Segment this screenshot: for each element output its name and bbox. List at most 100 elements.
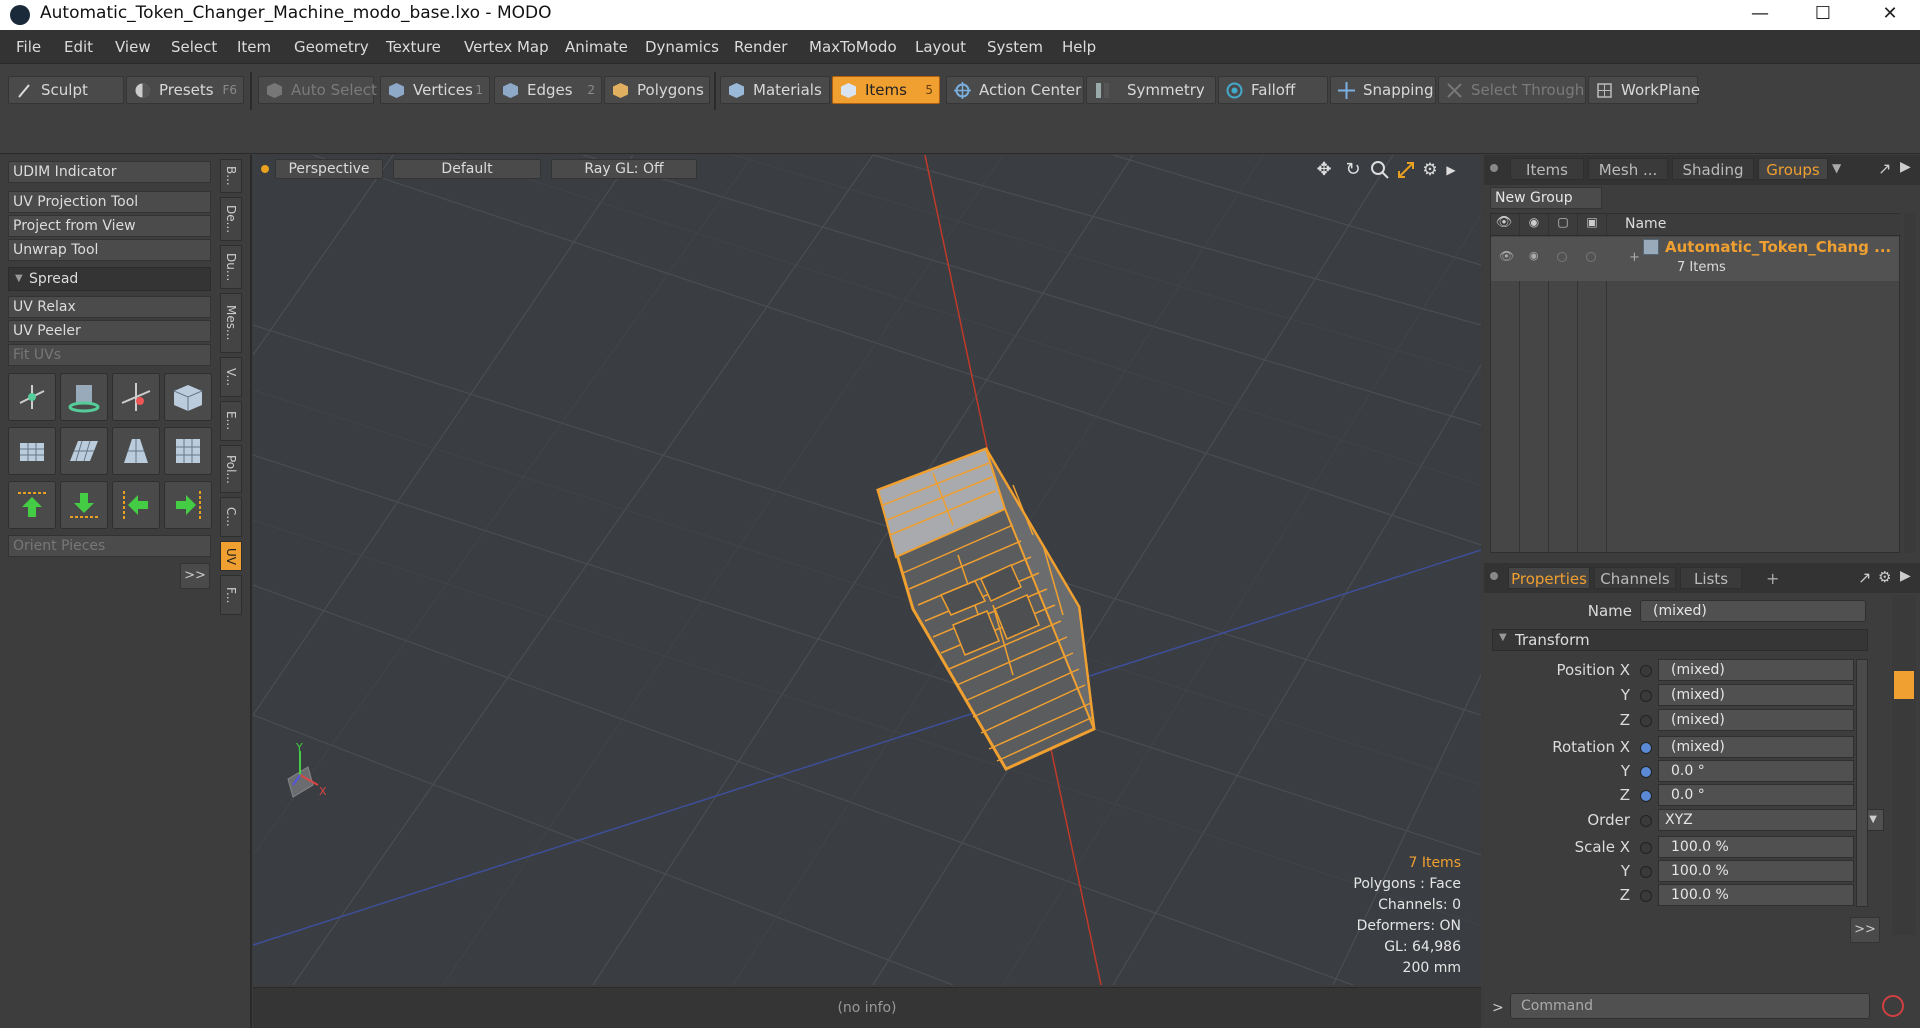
zoom-icon[interactable] (1369, 159, 1391, 181)
scale-x-field[interactable]: 100.0 % (1658, 836, 1854, 858)
maximize-icon[interactable]: ☐ (1795, 0, 1851, 30)
tab-groups[interactable]: Groups (1758, 158, 1828, 180)
panel-expand-arrow-icon[interactable]: ▶ (1900, 159, 1911, 175)
rotation-y-key-icon[interactable] (1640, 766, 1652, 778)
view-type-dropdown[interactable]: Perspective (275, 159, 383, 179)
side-tab-vertex[interactable]: V... (220, 357, 242, 397)
action-center-button[interactable]: Action Center (946, 76, 1084, 104)
name-field[interactable]: (mixed) (1640, 600, 1866, 622)
uv-perspective-icon[interactable] (112, 427, 160, 475)
auto-select-button[interactable]: Auto Select (258, 76, 377, 104)
side-tab-deform[interactable]: De... (220, 197, 242, 241)
presets-button[interactable]: Presets F6 (126, 76, 244, 104)
scale-z-key-icon[interactable] (1640, 890, 1652, 902)
properties-menu-dot-icon[interactable] (1490, 572, 1498, 580)
rotation-y-field[interactable]: 0.0 ° (1658, 760, 1854, 782)
uv-peeler-button[interactable]: UV Peeler (8, 320, 211, 342)
pan-icon[interactable]: ✥ (1313, 159, 1335, 181)
position-y-key-icon[interactable] (1640, 690, 1652, 702)
scale-y-field[interactable]: 100.0 % (1658, 860, 1854, 882)
scale-x-key-icon[interactable] (1640, 842, 1652, 854)
tab-properties[interactable]: Properties (1508, 567, 1590, 589)
tab-lists[interactable]: Lists (1680, 567, 1742, 589)
side-tab-uv[interactable]: UV (220, 541, 242, 571)
side-tab-mesh-edit[interactable]: Mes... (220, 293, 242, 353)
menu-edit[interactable]: Edit (64, 38, 93, 56)
more-tools-button[interactable]: >> (180, 563, 210, 589)
order-key-icon[interactable] (1640, 815, 1652, 827)
align-right-icon[interactable] (164, 481, 212, 529)
expand-plus-icon[interactable]: + (1629, 250, 1640, 265)
uv-box-icon[interactable] (164, 373, 212, 421)
vertices-button[interactable]: Vertices 1 (380, 76, 490, 104)
uv-rotate-icon[interactable] (60, 373, 108, 421)
fit-uvs-button[interactable]: Fit UVs (8, 344, 211, 366)
lock-cube-icon[interactable]: ▢ (1552, 215, 1574, 235)
properties-popout-icon[interactable]: ↗ (1858, 568, 1871, 587)
groups-scrollbar[interactable] (1904, 213, 1916, 553)
more-properties-button[interactable]: >> (1850, 917, 1880, 943)
properties-side-tab-active[interactable] (1894, 671, 1914, 699)
3d-viewport[interactable]: Y X Perspective Default Ray GL: Off ✥ ↻ … (253, 155, 1481, 985)
uv-projection-tool-button[interactable]: UV Projection Tool (8, 191, 211, 213)
project-from-view-button[interactable]: Project from View (8, 215, 211, 237)
row-lock-icon[interactable] (1557, 252, 1567, 262)
menu-view[interactable]: View (115, 38, 151, 56)
new-group-button[interactable]: New Group (1490, 187, 1602, 209)
rotation-x-field[interactable]: (mixed) (1658, 736, 1854, 758)
items-button[interactable]: Items 5 (832, 76, 940, 104)
menu-system[interactable]: System (987, 38, 1043, 56)
side-tab-curve[interactable]: C... (220, 497, 242, 537)
side-tab-duplicate[interactable]: Du... (220, 245, 242, 289)
close-icon[interactable]: ✕ (1862, 0, 1918, 30)
symmetry-button[interactable]: Symmetry (1086, 76, 1216, 104)
tab-mesh[interactable]: Mesh ... (1588, 158, 1668, 180)
workplane-button[interactable]: WorkPlane (1588, 76, 1700, 104)
menu-select[interactable]: Select (171, 38, 217, 56)
shading-dropdown[interactable]: Default (393, 159, 541, 179)
uv-transform-icon[interactable] (8, 373, 56, 421)
transform-section-header[interactable]: ▼ Transform (1492, 629, 1868, 651)
menu-item[interactable]: Item (237, 38, 271, 56)
uv-planar-icon[interactable] (60, 427, 108, 475)
rotation-z-key-icon[interactable] (1640, 790, 1652, 802)
menu-texture[interactable]: Texture (386, 38, 441, 56)
minimize-icon[interactable]: — (1732, 0, 1788, 30)
select-cube-icon[interactable]: ▣ (1581, 215, 1603, 235)
materials-button[interactable]: Materials (720, 76, 830, 104)
menu-dynamics[interactable]: Dynamics (645, 38, 719, 56)
spread-group[interactable]: ▼ Spread (8, 267, 211, 291)
panel-menu-dot-icon[interactable] (1490, 164, 1498, 172)
align-down-icon[interactable] (60, 481, 108, 529)
polygons-button[interactable]: Polygons (604, 76, 710, 104)
command-input[interactable]: Command (1510, 993, 1870, 1019)
tab-shading[interactable]: Shading (1672, 158, 1754, 180)
viewport-settings-gear-icon[interactable]: ⚙ (1419, 159, 1441, 181)
position-x-field[interactable]: (mixed) (1658, 659, 1854, 681)
snapping-button[interactable]: Snapping (1330, 76, 1436, 104)
menu-file[interactable]: File (16, 38, 41, 56)
row-eye-icon[interactable]: 👁 (1499, 249, 1514, 263)
panel-popout-icon[interactable]: ↗ (1878, 159, 1891, 178)
add-tab-button[interactable]: + (1766, 569, 1779, 588)
raygl-toggle[interactable]: Ray GL: Off (551, 159, 697, 179)
properties-expand-arrow-icon[interactable]: ▶ (1900, 568, 1911, 584)
position-x-key-icon[interactable] (1640, 665, 1652, 677)
unwrap-tool-button[interactable]: Unwrap Tool (8, 239, 211, 261)
position-z-key-icon[interactable] (1640, 715, 1652, 727)
rotation-z-field[interactable]: 0.0 ° (1658, 784, 1854, 806)
uv-sphere-icon[interactable] (164, 427, 212, 475)
menu-geometry[interactable]: Geometry (294, 38, 369, 56)
order-dropdown[interactable]: XYZ ▼ (1658, 809, 1884, 831)
menu-layout[interactable]: Layout (915, 38, 966, 56)
position-z-field[interactable]: (mixed) (1658, 709, 1854, 731)
properties-gear-icon[interactable]: ⚙ (1878, 568, 1891, 586)
udim-indicator-button[interactable]: UDIM Indicator (8, 161, 211, 183)
menu-help[interactable]: Help (1062, 38, 1096, 56)
row-select-icon[interactable] (1586, 252, 1596, 262)
side-tab-basic[interactable]: B... (220, 159, 242, 193)
edges-button[interactable]: Edges 2 (494, 76, 602, 104)
viewport-expand-arrow-icon[interactable]: ▶ (1443, 159, 1459, 181)
falloff-button[interactable]: Falloff (1218, 76, 1328, 104)
record-icon[interactable] (1882, 995, 1904, 1017)
